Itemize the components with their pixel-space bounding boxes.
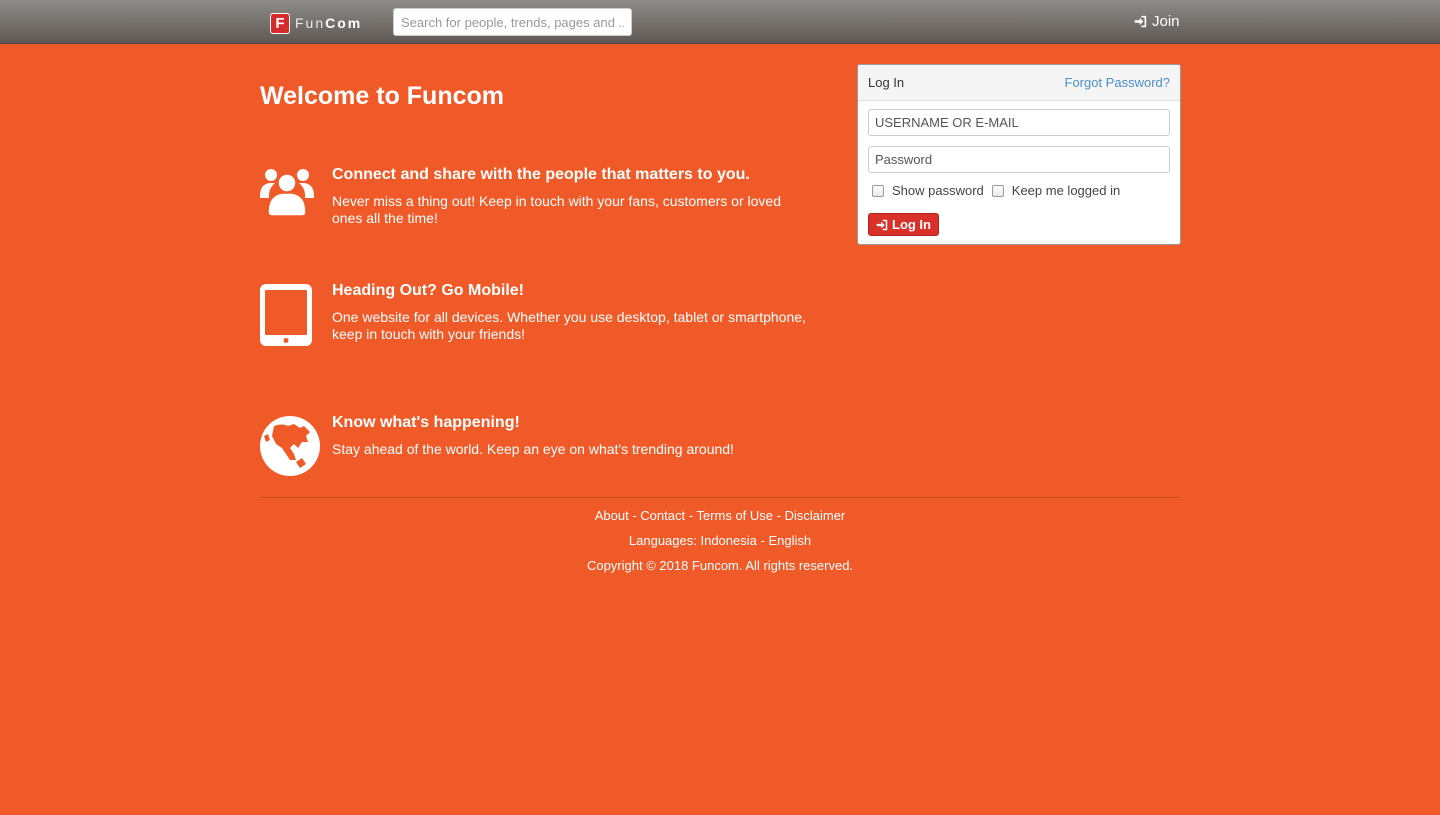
search-input[interactable] [393,8,632,36]
feature-text: Stay ahead of the world. Keep an eye on … [332,441,734,457]
footer-link-about[interactable]: About [595,508,629,523]
feature-text: Never miss a thing out! Keep in touch wi… [332,193,781,226]
login-button[interactable]: Log In [868,213,939,236]
show-password-checkbox[interactable] [872,184,884,197]
globe-icon [260,414,320,481]
logo-mark: F [270,12,290,34]
tablet-icon [260,282,312,351]
feature-text: One website for all devices. Whether you… [332,309,806,342]
languages-label: Languages: [628,533,697,548]
logo-text: FunCom [295,15,362,31]
top-navbar: F FunCom Join [0,0,1440,44]
feature-heading: Heading Out? Go Mobile! [332,282,524,299]
users-icon [260,166,314,221]
footer-links: About - Contact - Terms of Use - Disclai… [594,508,846,523]
keep-logged-in-label[interactable]: Keep me logged in [1012,183,1120,198]
footer-link-terms[interactable]: Terms of Use [696,508,773,523]
logo-text-fun: Fun [295,15,326,31]
footer-link-contact[interactable]: Contact [640,508,685,523]
login-panel: Log In Forgot Password? Show password Ke… [857,64,1181,245]
login-options: Show password Keep me logged in [872,183,1128,198]
password-field[interactable] [868,146,1170,173]
logo-text-com: Com [325,15,363,31]
show-password-label[interactable]: Show password [892,183,984,198]
login-header: Log In Forgot Password? [858,65,1180,101]
join-label: Join [1152,13,1180,30]
footer-link-disclaimer[interactable]: Disclaimer [785,508,846,523]
login-button-label: Log In [892,217,931,232]
language-indonesia[interactable]: Indonesia [700,533,756,548]
sign-in-icon [876,219,888,230]
keep-logged-in-checkbox[interactable] [991,184,1004,197]
footer-divider [260,497,1180,498]
feature-heading: Know what's happening! [332,414,520,431]
feature-heading: Connect and share with the people that m… [332,166,750,183]
join-button[interactable]: Join [1134,13,1180,30]
footer-languages: Languages: Indonesia - English [628,533,812,548]
page-title: Welcome to Funcom [260,82,505,110]
language-english[interactable]: English [768,533,811,548]
site-logo[interactable]: F FunCom [270,12,362,34]
forgot-password-link[interactable]: Forgot Password? [1065,75,1171,90]
login-title: Log In [868,75,905,90]
copyright: Copyright © 2018 Funcom. All rights rese… [586,558,854,573]
username-field[interactable] [868,109,1170,136]
sign-in-icon [1134,15,1147,28]
